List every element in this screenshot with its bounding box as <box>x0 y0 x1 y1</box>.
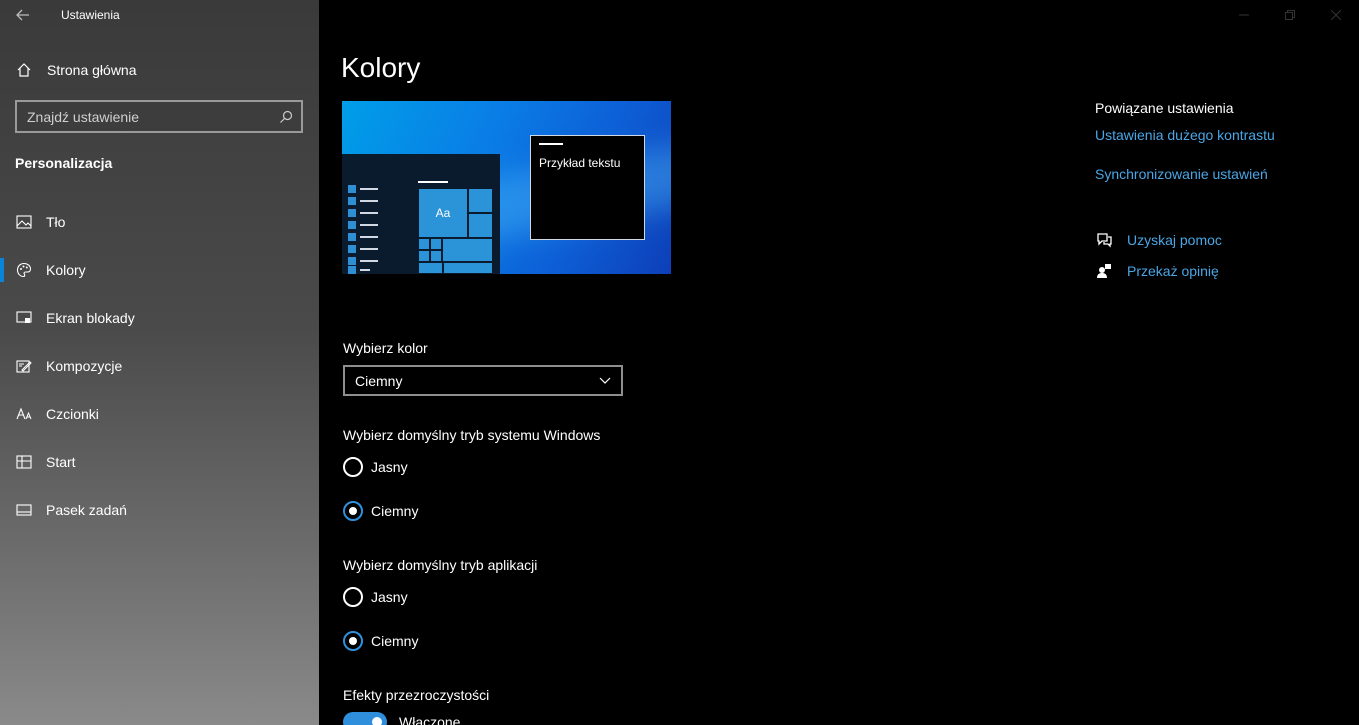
sidebar-item-label: Kompozycje <box>46 358 123 374</box>
sidebar-item-label: Czcionki <box>46 406 99 422</box>
color-mode-value: Ciemny <box>355 372 403 389</box>
start-icon <box>15 455 33 469</box>
close-icon <box>1331 10 1341 20</box>
sync-settings-link[interactable]: Synchronizowanie ustawień <box>1095 166 1268 182</box>
sidebar-item-label: Tło <box>46 214 66 230</box>
radio-circle[interactable] <box>343 631 363 651</box>
themes-icon <box>15 359 33 374</box>
search-input[interactable] <box>27 108 267 125</box>
window-controls <box>1221 0 1359 30</box>
sidebar-item-ekran-blokady[interactable]: Ekran blokady <box>0 294 319 342</box>
radio-circle[interactable] <box>343 457 363 477</box>
sidebar-item-start[interactable]: Start <box>0 438 319 486</box>
search-icon[interactable] <box>279 110 293 124</box>
app-title: Ustawienia <box>61 8 120 22</box>
sidebar-item-label: Kolory <box>46 262 86 278</box>
sidebar-item-kolory[interactable]: Kolory <box>0 246 319 294</box>
minimize-icon <box>1239 14 1249 16</box>
home-icon <box>15 62 33 78</box>
maximize-button[interactable] <box>1267 0 1313 30</box>
transparency-toggle[interactable]: Włączone <box>343 712 460 725</box>
choose-color-label: Wybierz kolor <box>343 340 428 356</box>
help-chat-icon <box>1095 232 1113 248</box>
home-link[interactable]: Strona główna <box>0 54 319 86</box>
sidebar-item-label: Ekran blokady <box>46 310 135 326</box>
feedback-person-icon <box>1095 263 1113 279</box>
color-preview: Aa Przykład tekstu <box>342 101 671 274</box>
close-button[interactable] <box>1313 0 1359 30</box>
radio-label: Jasny <box>371 589 408 605</box>
preview-sample-text: Przykład tekstu <box>539 156 621 170</box>
radio-label: Ciemny <box>371 633 419 649</box>
transparency-label: Efekty przezroczystości <box>343 687 490 703</box>
get-help-link[interactable]: Uzyskaj pomoc <box>1095 232 1222 248</box>
radio-label: Jasny <box>371 459 408 475</box>
image-icon <box>15 215 33 229</box>
app-mode-dark-radio[interactable]: Ciemny <box>343 631 418 651</box>
radio-label: Ciemny <box>371 503 419 519</box>
palette-icon <box>15 262 33 278</box>
preview-sample-window: Przykład tekstu <box>530 135 645 240</box>
sidebar-item-label: Start <box>46 454 76 470</box>
app-mode-label: Wybierz domyślny tryb aplikacji <box>343 557 538 573</box>
preview-tile-aa: Aa <box>418 188 468 238</box>
maximize-icon <box>1285 10 1295 20</box>
search-box[interactable] <box>15 100 303 133</box>
toggle-switch[interactable] <box>343 712 387 725</box>
section-heading: Personalizacja <box>15 155 113 171</box>
sidebar-item-kompozycje[interactable]: Kompozycje <box>0 342 319 390</box>
feedback-link[interactable]: Przekaż opinię <box>1095 263 1219 279</box>
windows-mode-label: Wybierz domyślny tryb systemu Windows <box>343 427 601 443</box>
fonts-icon <box>15 407 33 421</box>
minimize-button[interactable] <box>1221 0 1267 30</box>
preview-start-menu: Aa <box>342 154 500 274</box>
get-help-label: Uzyskaj pomoc <box>1127 232 1222 248</box>
sidebar-nav: Tło Kolory Ekran blokady Kompozycje Czci… <box>0 198 319 534</box>
windows-mode-light-radio[interactable]: Jasny <box>343 457 408 477</box>
arrow-left-icon <box>16 9 29 21</box>
page-title: Kolory <box>341 52 421 83</box>
home-label: Strona główna <box>47 62 137 78</box>
chevron-down-icon <box>599 377 611 384</box>
sidebar-item-tlo[interactable]: Tło <box>0 198 319 246</box>
feedback-label: Przekaż opinię <box>1127 263 1219 279</box>
radio-circle[interactable] <box>343 587 363 607</box>
windows-mode-dark-radio[interactable]: Ciemny <box>343 501 418 521</box>
sidebar: Ustawienia Strona główna Personalizacja … <box>0 0 319 725</box>
related-settings-title: Powiązane ustawienia <box>1095 100 1234 116</box>
title-bar: Ustawienia <box>0 0 319 30</box>
back-button[interactable] <box>0 0 46 30</box>
app-mode-light-radio[interactable]: Jasny <box>343 587 408 607</box>
toggle-state-label: Włączone <box>399 714 461 725</box>
lock-screen-icon <box>15 311 33 325</box>
high-contrast-link[interactable]: Ustawienia dużego kontrastu <box>1095 127 1275 143</box>
sidebar-item-label: Pasek zadań <box>46 502 127 518</box>
sidebar-item-pasek-zadan[interactable]: Pasek zadań <box>0 486 319 534</box>
color-mode-dropdown[interactable]: Ciemny <box>343 365 623 396</box>
radio-circle[interactable] <box>343 501 363 521</box>
sidebar-item-czcionki[interactable]: Czcionki <box>0 390 319 438</box>
taskbar-icon <box>15 504 33 516</box>
